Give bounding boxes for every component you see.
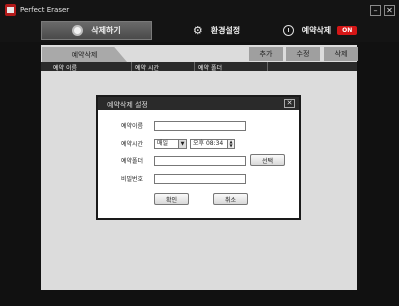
spinner-icon[interactable]: ▲ ▼	[227, 140, 234, 148]
dialog-title-bar: 예약삭제 설정 ✕	[98, 97, 299, 110]
password-field[interactable]	[154, 174, 246, 184]
time-input[interactable]: 오후 08:34 ▲ ▼	[190, 139, 235, 149]
circle-icon	[72, 25, 84, 36]
column-header-name[interactable]: 예약 이름	[53, 63, 77, 72]
app-title: Perfect Eraser	[20, 6, 70, 14]
frequency-select[interactable]: 매일 ▼	[154, 139, 187, 149]
time-label: 예약시간	[121, 141, 144, 148]
schedule-name-input[interactable]	[154, 121, 246, 131]
dialog-title: 예약삭제 설정	[107, 101, 148, 109]
top-nav: 삭제하기 ⚙ 환경설정 예약삭제 ON	[0, 20, 399, 42]
confirm-button[interactable]: 확인	[154, 193, 189, 205]
app-window: Perfect Eraser – ✕ 삭제하기 ⚙ 환경설정 예약삭제 ON 예…	[0, 0, 399, 306]
name-label: 예약이름	[121, 123, 144, 130]
column-header-folder[interactable]: 예약 폴더	[198, 63, 222, 72]
nav-settings-label: 환경설정	[210, 26, 241, 35]
table-header: 예약 이름 예약 시간 예약 폴더	[41, 62, 357, 72]
nav-delete-button[interactable]: 삭제하기	[41, 21, 152, 40]
cancel-button[interactable]: 취소	[213, 193, 248, 205]
time-value: 오후 08:34	[193, 140, 224, 147]
nav-schedule-button[interactable]: 예약삭제 ON	[262, 21, 378, 40]
column-separator	[267, 62, 268, 71]
gear-icon: ⚙	[192, 24, 203, 37]
column-separator	[131, 62, 132, 71]
add-button[interactable]: 추가	[249, 47, 283, 61]
password-label: 비밀번호	[121, 176, 144, 183]
tab-schedule-delete[interactable]: 예약삭제	[42, 47, 127, 62]
schedule-settings-dialog: 예약삭제 설정 ✕ 예약이름 예약시간 매일 ▼ 오후 08:34 ▲ ▼ 예약폴…	[96, 95, 301, 220]
select-folder-button[interactable]: 선택	[250, 154, 285, 166]
delete-button[interactable]: 삭제	[324, 47, 358, 61]
folder-label: 예약폴더	[121, 158, 144, 165]
nav-settings-button[interactable]: ⚙ 환경설정	[161, 21, 272, 40]
nav-delete-label: 삭제하기	[91, 26, 121, 35]
frequency-value: 매일	[157, 140, 169, 147]
eraser-app-icon	[5, 4, 16, 16]
schedule-on-toggle[interactable]: ON	[337, 26, 358, 35]
clock-icon	[282, 25, 294, 36]
column-separator	[194, 62, 195, 71]
nav-schedule-label: 예약삭제	[301, 26, 332, 35]
title-bar: Perfect Eraser – ✕	[0, 0, 399, 20]
schedule-folder-input[interactable]	[154, 156, 246, 166]
edit-button[interactable]: 수정	[286, 47, 320, 61]
chevron-down-icon[interactable]: ▼	[178, 140, 186, 148]
close-button[interactable]: ✕	[384, 5, 395, 16]
minimize-button[interactable]: –	[370, 5, 381, 16]
column-header-time[interactable]: 예약 시간	[135, 63, 159, 72]
dialog-close-button[interactable]: ✕	[284, 99, 295, 108]
